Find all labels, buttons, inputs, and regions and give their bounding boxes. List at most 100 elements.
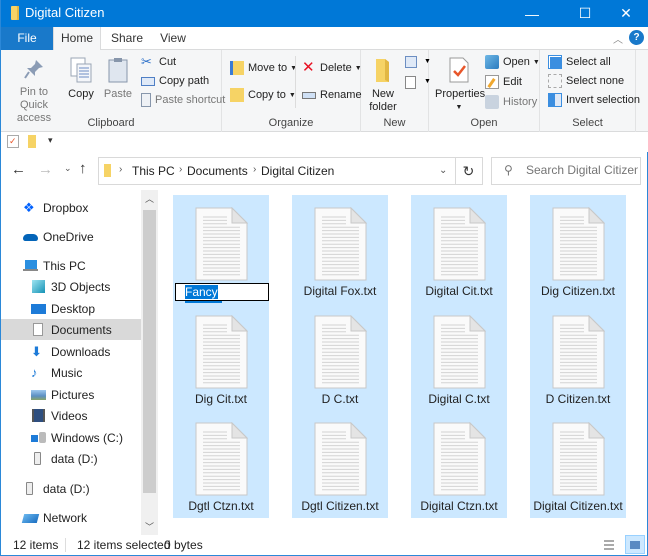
file-item[interactable]: Digital Citizen.txt bbox=[530, 410, 626, 518]
search-box[interactable]: ⚲ bbox=[491, 157, 641, 185]
sidebar-item-downloads[interactable]: ⬇ Downloads bbox=[1, 341, 141, 362]
breadcrumb-documents[interactable]: Documents bbox=[187, 164, 248, 178]
file-item[interactable]: Dig Citizen.txt bbox=[530, 195, 626, 303]
move-to-button[interactable]: Move to ▼ bbox=[230, 59, 297, 77]
file-name: Digital C.txt bbox=[428, 392, 490, 406]
file-item[interactable]: Dgtl Citizen.txt bbox=[292, 410, 388, 518]
up-button[interactable]: ↑ bbox=[79, 160, 87, 177]
properties-icon bbox=[449, 57, 469, 83]
refresh-button[interactable]: ↻ bbox=[455, 157, 483, 185]
sidebar-item-documents[interactable]: Documents bbox=[1, 319, 141, 340]
file-item[interactable]: Dig Cit.txt bbox=[173, 303, 269, 411]
large-icons-view-button[interactable] bbox=[625, 535, 645, 554]
breadcrumb-separator[interactable]: › bbox=[119, 164, 122, 175]
scroll-down-icon[interactable]: ﹀ bbox=[145, 520, 154, 533]
tab-view[interactable]: View bbox=[153, 27, 193, 50]
search-input[interactable] bbox=[526, 163, 638, 177]
open-group: Properties ▼ Open ▼ Edit History Open bbox=[429, 50, 540, 132]
delete-button[interactable]: ✕ Delete ▼ bbox=[302, 59, 362, 77]
breadcrumb-digital-citizen[interactable]: Digital Citizen bbox=[261, 164, 334, 178]
sidebar-item-data-d-root[interactable]: data (D:) bbox=[1, 478, 141, 499]
file-item[interactable]: D C.txt bbox=[292, 303, 388, 411]
breadcrumb-separator[interactable]: › bbox=[253, 164, 256, 175]
scrollbar-thumb[interactable] bbox=[143, 210, 156, 493]
select-none-button[interactable]: Select none bbox=[548, 72, 624, 90]
new-folder-button[interactable]: New folder bbox=[365, 56, 401, 114]
sidebar-item-desktop[interactable]: Desktop bbox=[1, 298, 141, 319]
recent-locations-button[interactable]: ⌄ bbox=[64, 163, 72, 174]
sidebar-item-videos[interactable]: Videos bbox=[1, 405, 141, 426]
ribbon-tabs: File Home Share View ︿ ? bbox=[1, 27, 648, 135]
sidebar-item-onedrive[interactable]: OneDrive bbox=[1, 226, 141, 247]
onedrive-icon bbox=[23, 230, 38, 243]
open-group-label: Open bbox=[470, 117, 498, 129]
organize-group: Move to ▼ Copy to ▼ ✕ Delete ▼ Rename Organi… bbox=[222, 50, 362, 132]
new-folder-qat-icon[interactable] bbox=[28, 135, 36, 148]
sidebar-scrollbar[interactable]: ︿ ﹀ bbox=[141, 190, 158, 535]
clipboard-group-label: Clipboard bbox=[87, 117, 135, 129]
address-bar[interactable]: › This PC › Documents › Digital Citizen … bbox=[98, 157, 456, 185]
help-icon[interactable]: ? bbox=[629, 30, 644, 45]
history-button[interactable]: History bbox=[485, 93, 537, 111]
address-dropdown-icon[interactable]: ⌄ bbox=[439, 165, 447, 176]
open-icon bbox=[485, 55, 499, 69]
rename-input[interactable]: Fancy Citizen.txt bbox=[175, 283, 269, 315]
file-item[interactable]: Dgtl Ctzn.txt bbox=[173, 410, 269, 518]
sidebar-item-network[interactable]: Network bbox=[1, 507, 141, 528]
file-item[interactable]: Digital C.txt bbox=[411, 303, 507, 411]
sidebar-item-pictures[interactable]: Pictures bbox=[1, 384, 141, 405]
text-file-icon bbox=[194, 206, 249, 281]
easy-access-button[interactable]: ▼ bbox=[405, 76, 431, 90]
this-pc-icon bbox=[23, 259, 38, 272]
copy-path-button[interactable]: Copy path bbox=[141, 72, 209, 90]
rename-button[interactable]: Rename bbox=[302, 86, 362, 104]
copy-button[interactable]: Copy bbox=[65, 56, 97, 101]
file-list: Fancy Citizen.txt Digital Fox.txt Digital … bbox=[159, 190, 647, 535]
pin-to-quick-access-button[interactable]: Pin to Quick access bbox=[5, 58, 63, 125]
select-all-button[interactable]: Select all bbox=[548, 53, 611, 71]
sidebar-item-windows-c[interactable]: Windows (C:) bbox=[1, 427, 141, 448]
text-file-icon bbox=[313, 421, 368, 496]
desktop-icon bbox=[31, 302, 46, 315]
properties-button[interactable]: Properties ▼ bbox=[435, 56, 485, 114]
scroll-up-icon[interactable]: ︿ bbox=[145, 192, 154, 205]
paste-shortcut-button[interactable]: Paste shortcut bbox=[141, 91, 225, 109]
sidebar-item-dropbox[interactable]: ❖ Dropbox bbox=[1, 197, 141, 218]
status-bar: 12 items 12 items selected 0 bytes bbox=[1, 535, 647, 555]
copy-to-button[interactable]: Copy to ▼ bbox=[230, 86, 296, 104]
clipboard-group: Pin to Quick access Copy Paste ✂ Cut Copy… bbox=[1, 50, 225, 132]
back-button[interactable]: ← bbox=[11, 161, 26, 178]
breadcrumb-this-pc[interactable]: This PC bbox=[132, 164, 175, 178]
sidebar-item-this-pc[interactable]: This PC bbox=[1, 255, 141, 276]
invert-selection-button[interactable]: Invert selection bbox=[548, 91, 640, 109]
edit-button[interactable]: Edit bbox=[485, 73, 522, 91]
tab-share[interactable]: Share bbox=[105, 27, 149, 50]
forward-button[interactable]: → bbox=[38, 161, 53, 178]
breadcrumb-separator[interactable]: › bbox=[179, 164, 182, 175]
close-button[interactable]: ✕ bbox=[603, 0, 648, 27]
copy-icon bbox=[70, 57, 92, 83]
invert-selection-icon bbox=[548, 93, 562, 107]
minimize-button[interactable]: — bbox=[509, 0, 555, 27]
sidebar-item-music[interactable]: ♪ Music bbox=[1, 362, 141, 383]
new-item-button[interactable]: ▼ bbox=[405, 56, 431, 70]
properties-qat-icon[interactable]: ✓ bbox=[7, 135, 19, 148]
maximize-button[interactable]: ☐ bbox=[562, 0, 608, 27]
details-view-button[interactable] bbox=[601, 537, 617, 553]
file-item[interactable]: Digital Cit.txt bbox=[411, 195, 507, 303]
file-item[interactable]: Fancy Citizen.txt bbox=[173, 195, 269, 315]
tab-home[interactable]: Home bbox=[53, 27, 101, 51]
sidebar-item-3d-objects[interactable]: 3D Objects bbox=[1, 276, 141, 297]
refresh-icon: ↻ bbox=[462, 162, 475, 179]
file-item[interactable]: Digital Ctzn.txt bbox=[411, 410, 507, 518]
file-item[interactable]: Digital Fox.txt bbox=[292, 195, 388, 303]
collapse-ribbon-icon[interactable]: ︿ bbox=[613, 31, 623, 46]
open-button[interactable]: Open ▼ bbox=[485, 53, 540, 71]
customize-qat-icon[interactable]: ▾ bbox=[48, 135, 53, 146]
drive-d-icon bbox=[23, 482, 38, 495]
paste-button[interactable]: Paste bbox=[101, 56, 135, 101]
file-name: Digital Ctzn.txt bbox=[420, 499, 498, 513]
file-item[interactable]: D Citizen.txt bbox=[530, 303, 626, 411]
cut-button[interactable]: ✂ Cut bbox=[141, 53, 176, 71]
sidebar-item-data-d[interactable]: data (D:) bbox=[1, 448, 141, 469]
